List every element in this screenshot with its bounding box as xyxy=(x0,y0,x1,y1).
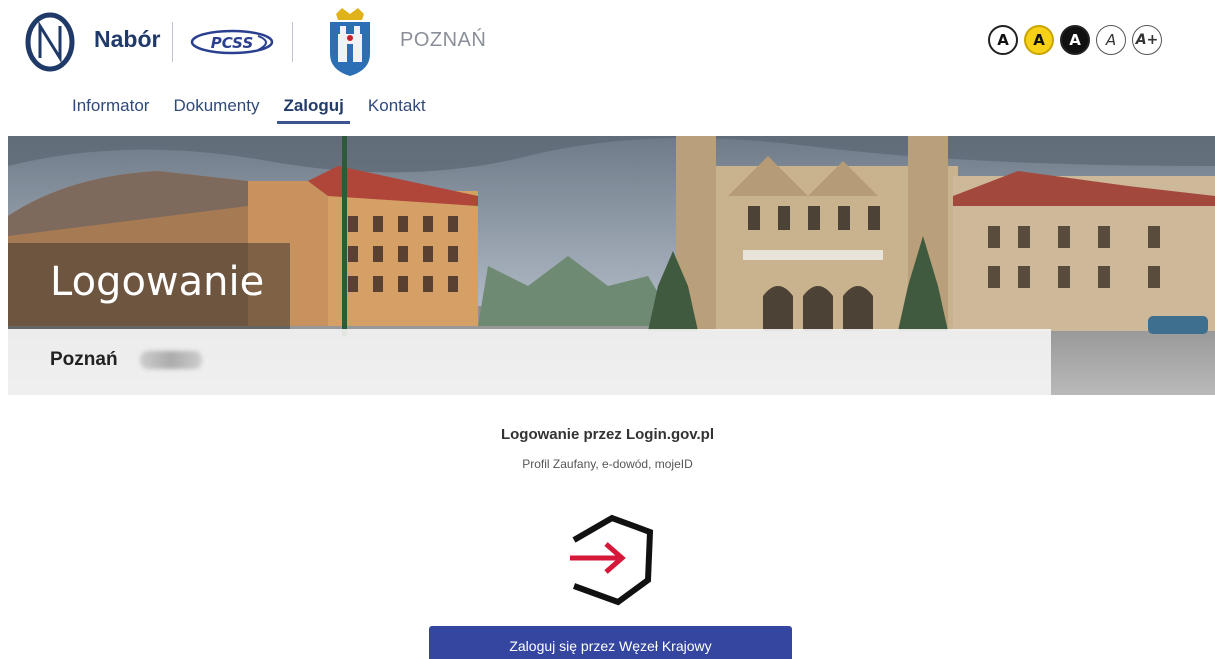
contrast-dark-button[interactable]: A xyxy=(1060,25,1090,55)
pcss-logo-icon[interactable]: PCSS xyxy=(188,26,280,58)
nav-item-informator[interactable]: Informator xyxy=(60,94,161,124)
page-title: Logowanie xyxy=(50,259,265,305)
hero-subtitle: Poznań xyxy=(50,349,118,370)
brand-name[interactable]: Nabór xyxy=(94,26,160,53)
page-header: Nabór PCSS POZNAŃ A A A A A+ xyxy=(0,0,1215,90)
contrast-yellow-button[interactable]: A xyxy=(1024,25,1054,55)
city-name: POZNAŃ xyxy=(400,29,487,51)
header-divider xyxy=(172,22,173,62)
login-gov-icon xyxy=(570,514,654,606)
nav-item-zaloguj[interactable]: Zaloguj xyxy=(271,94,355,124)
login-wezel-krajowy-button[interactable]: Zaloguj się przez Węzeł Krajowy xyxy=(429,626,792,659)
nav-item-kontakt[interactable]: Kontakt xyxy=(356,94,438,124)
font-larger-button[interactable]: A+ xyxy=(1132,25,1162,55)
nav-item-dokumenty[interactable]: Dokumenty xyxy=(161,94,271,124)
nabor-logo-icon[interactable] xyxy=(24,12,76,72)
login-method-subtitle: Profil Zaufany, e-dowód, mojeID xyxy=(522,457,693,471)
redacted-text xyxy=(140,351,202,369)
accessibility-controls: A A A A A+ xyxy=(988,25,1162,55)
header-divider xyxy=(292,22,293,62)
poznan-crest-icon xyxy=(330,8,370,76)
hero-banner: Logowanie Poznań xyxy=(8,136,1215,395)
contrast-normal-button[interactable]: A xyxy=(988,25,1018,55)
font-default-button[interactable]: A xyxy=(1096,25,1126,55)
main-nav: Informator Dokumenty Zaloguj Kontakt xyxy=(60,94,438,124)
pcss-logo-text: PCSS xyxy=(211,34,254,52)
login-method-title: Logowanie przez Login.gov.pl xyxy=(500,426,715,443)
